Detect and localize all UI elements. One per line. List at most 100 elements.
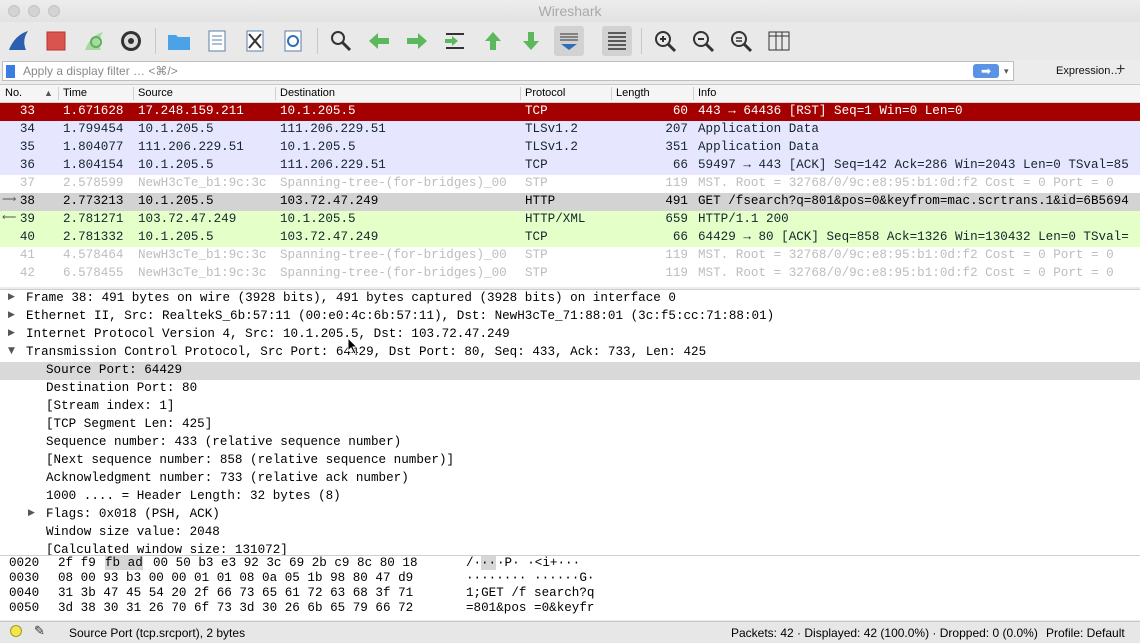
reload-icon[interactable] [278,26,308,56]
packet-list[interactable]: No. ▲ Time Source Destination Protocol L… [0,85,1140,287]
edit-comment-icon[interactable]: ✎ [34,623,45,639]
expression-button[interactable]: Expression… [1056,65,1121,77]
apply-filter-button[interactable]: ➡ [973,64,999,78]
column-destination[interactable]: Destination [280,87,335,99]
packet-cell-dst: 10.1.205.5 [280,104,356,118]
add-filter-button[interactable]: + [1116,61,1125,79]
column-protocol[interactable]: Protocol [525,87,565,99]
packet-row[interactable]: 39 2.781271 103.72.47.249 10.1.205.5 HTTP/XM… [0,211,1140,229]
goto-packet-icon[interactable] [440,26,470,56]
first-packet-icon[interactable] [478,26,508,56]
bytes-row[interactable]: 0040 31 3b 47 45 54 20 2f 66 73 65 61 72 … [0,586,1140,601]
column-source[interactable]: Source [138,87,173,99]
detail-tree-item[interactable]: ▶ Ethernet II, Src: RealtekS_6b:57:11 (00… [0,308,1140,326]
detail-tree-item[interactable]: Acknowledgment number: 733 (relative ack… [0,470,1140,488]
bytes-ascii: /· [466,556,482,570]
detail-text: [TCP Segment Len: 425] [46,417,213,431]
packet-cell-info: Application Data [698,122,819,136]
packet-list-header: No. ▲ Time Source Destination Protocol L… [0,85,1140,103]
packet-bytes-pane[interactable]: 0020 2f f9 fb ad 00 50 b3 e3 92 3c 69 2b c9… [0,555,1140,620]
close-file-icon[interactable] [240,26,270,56]
zoom-normal-icon[interactable] [726,26,756,56]
column-info[interactable]: Info [698,87,716,99]
toolbar-separator [155,28,156,54]
expand-arrow-icon[interactable]: ▶ [8,328,15,338]
title-bar: Wireshark [0,0,1140,22]
restart-icon[interactable] [79,26,109,56]
detail-tree-item[interactable]: [TCP Segment Len: 425] [0,416,1140,434]
last-packet-icon[interactable] [516,26,546,56]
detail-text: [Calculated window size: 131072] [46,543,288,555]
packet-cell-dst: 10.1.205.5 [280,212,356,226]
zoom-out-icon[interactable] [688,26,718,56]
zoom-in-icon[interactable] [650,26,680,56]
packet-cell-time: 1.804154 [63,158,124,172]
shark-fin-start-icon[interactable] [4,26,34,56]
column-time[interactable]: Time [63,87,87,99]
status-profile[interactable]: Profile: Default [1046,626,1125,640]
detail-text: Frame 38: 491 bytes on wire (3928 bits),… [26,291,676,305]
packet-details-pane[interactable]: ▶ Frame 38: 491 bytes on wire (3928 bits)… [0,289,1140,555]
detail-tree-item[interactable]: [Next sequence number: 858 (relative seq… [0,452,1140,470]
packet-cell-info: MST. Root = 32768/0/9c:e8:95:b1:0d:f2 Co… [698,266,1114,280]
packet-row[interactable]: 34 1.799454 10.1.205.5 111.206.229.51 TLSv1.… [0,121,1140,139]
bytes-hex-highlight: fb ad [105,556,143,570]
detail-tree-item[interactable]: [Calculated window size: 131072] [0,542,1140,555]
packet-cell-src: 10.1.205.5 [138,122,214,136]
packet-row[interactable]: 42 6.578455 NewH3cTe_b1:9c:3c Spanning-tree… [0,265,1140,283]
bookmark-icon[interactable] [6,65,15,78]
main-toolbar [0,22,1140,60]
packet-cell-time: 6.578455 [63,266,124,280]
file-icon[interactable] [202,26,232,56]
packet-cell-no: 42 [19,266,35,280]
expand-arrow-icon[interactable]: ▶ [8,292,15,302]
bytes-row[interactable]: 0020 2f f9 fb ad 00 50 b3 e3 92 3c 69 2b c9… [0,556,1140,571]
expand-arrow-icon[interactable]: ▶ [28,508,35,518]
packet-cell-src: NewH3cTe_b1:9c:3c [138,176,267,190]
bytes-hex: 31 3b 47 45 54 20 2f 66 73 65 61 72 63 6… [58,586,414,600]
detail-tree-item[interactable]: ▶ Internet Protocol Version 4, Src: 10.1.… [0,326,1140,344]
chevron-down-icon[interactable]: ▾ [1004,66,1009,77]
bytes-row[interactable]: 0030 08 00 93 b3 00 00 01 01 08 0a 05 1b … [0,571,1140,586]
resize-columns-icon[interactable] [764,26,794,56]
packet-row[interactable]: 37 2.578599 NewH3cTe_b1:9c:3c Spanning-tree… [0,175,1140,193]
detail-tree-item[interactable]: 1000 .... = Header Length: 32 bytes (8) [0,488,1140,506]
bytes-row[interactable]: 0050 3d 38 30 31 26 70 6f 73 3d 30 26 6b … [0,601,1140,616]
detail-tree-item[interactable]: Destination Port: 80 [0,380,1140,398]
detail-tree-item[interactable]: ▶ Frame 38: 491 bytes on wire (3928 bits)… [0,290,1140,308]
stop-icon[interactable] [41,26,71,56]
toolbar-separator [641,28,642,54]
detail-tree-item[interactable]: Sequence number: 433 (relative sequence … [0,434,1140,452]
packet-row[interactable]: 38 2.773213 10.1.205.5 103.72.47.249 HTTP 491… [0,193,1140,211]
forward-arrow-icon[interactable] [402,26,432,56]
detail-tree-item[interactable]: ▶ Flags: 0x018 (PSH, ACK) [0,506,1140,524]
back-arrow-icon[interactable] [364,26,394,56]
colorize-icon[interactable] [602,26,632,56]
display-filter-input[interactable]: Apply a display filter … <⌘/> ➡ ▾ [2,61,1014,81]
detail-tree-item[interactable]: ▼ Transmission Control Protocol, Src Port… [0,344,1140,362]
column-no[interactable]: No. [5,87,22,99]
packet-cell-dst: Spanning-tree-(for-bridges)_00 [280,248,507,262]
expert-info-icon[interactable] [10,625,22,637]
autoscroll-icon[interactable] [554,26,584,56]
detail-tree-item[interactable]: [Stream index: 1] [0,398,1140,416]
packet-cell-time: 1.799454 [63,122,124,136]
options-gear-icon[interactable] [116,26,146,56]
column-length[interactable]: Length [616,87,650,99]
expand-arrow-icon[interactable]: ▶ [8,310,15,320]
packet-row[interactable]: 40 2.781332 10.1.205.5 103.72.47.249 TCP 66 64… [0,229,1140,247]
packet-row[interactable]: 36 1.804154 10.1.205.5 111.206.229.51 TCP 66 5… [0,157,1140,175]
packet-row[interactable]: 35 1.804077 111.206.229.51 10.1.205.5 TLSv1.… [0,139,1140,157]
detail-tree-item[interactable]: Source Port: 64429 [0,362,1140,380]
expanded-arrow-icon[interactable]: ▼ [8,346,15,356]
open-folder-icon[interactable] [164,26,194,56]
find-icon[interactable] [326,26,356,56]
packet-cell-len: 207 [665,122,688,136]
packet-cell-dst: 103.72.47.249 [280,194,379,208]
packet-cell-time: 1.804077 [63,140,124,154]
packet-row[interactable]: 41 4.578464 NewH3cTe_b1:9c:3c Spanning-tree… [0,247,1140,265]
bytes-hex: 3d 38 30 31 26 70 6f 73 3d 30 26 6b 65 7… [58,601,414,615]
detail-tree-item[interactable]: Window size value: 2048 [0,524,1140,542]
packet-row[interactable]: 33 1.671628 17.248.159.211 10.1.205.5 TCP 60 4… [0,103,1140,121]
packet-cell-info: 443 → 64436 [RST] Seq=1 Win=0 Len=0 [698,104,963,118]
